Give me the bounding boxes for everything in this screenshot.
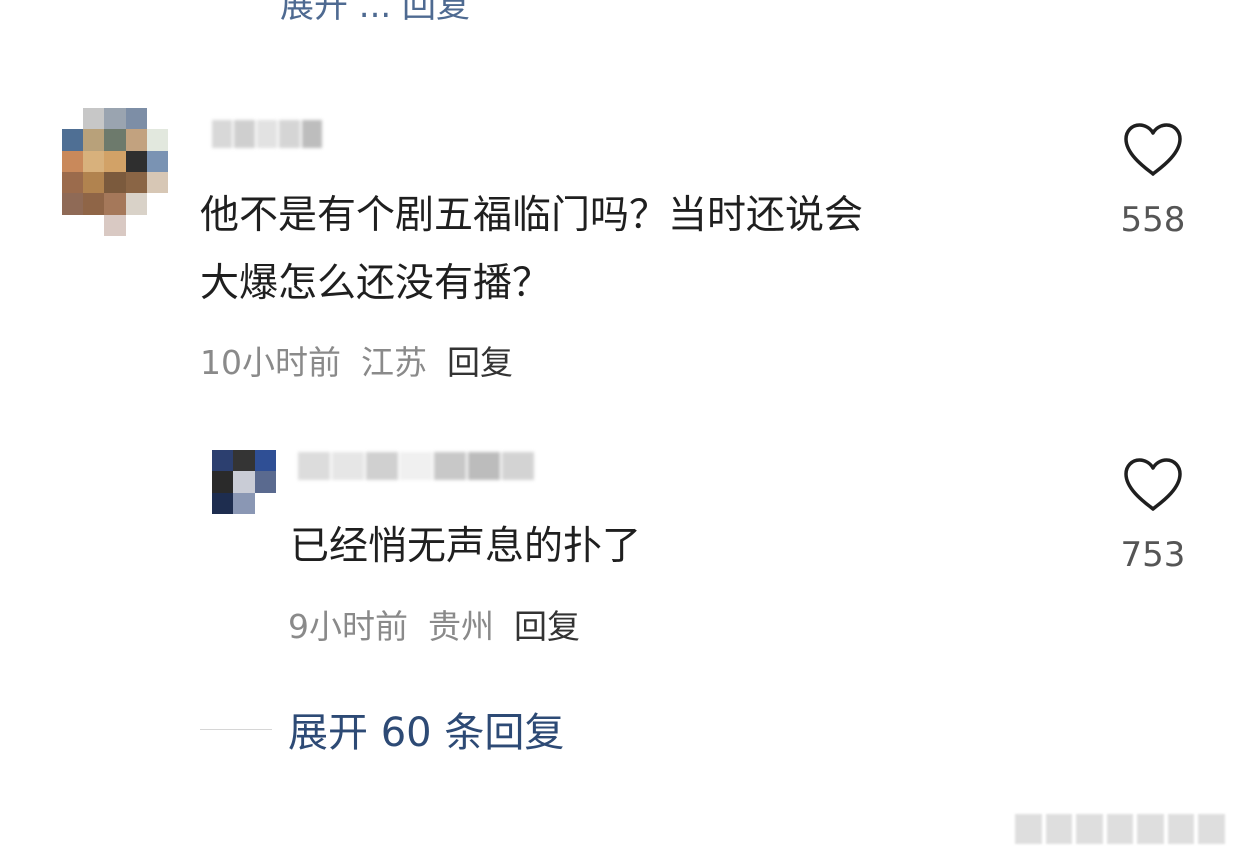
comment-time: 10小时前 [200,343,341,382]
avatar-mosaic-cell [83,172,105,194]
reply-time: 9小时前 [288,607,408,646]
comment-meta: 10小时前 江苏 回复 [200,336,513,384]
reply-button[interactable]: 回复 [514,600,580,648]
username-blur-block [502,452,534,480]
commenter-username-blurred[interactable] [212,120,323,148]
avatar-mosaic-cell [104,129,126,151]
avatar-mosaic-cell [254,471,276,493]
username-blur-block [332,452,364,480]
avatar-mosaic-cell [62,150,84,172]
username-blur-block [298,452,330,480]
like-count: 558 [1120,200,1186,240]
avatar-mosaic-cell [254,450,276,472]
reply-button[interactable]: 回复 [447,336,513,384]
commenter-avatar[interactable] [62,108,168,236]
heart-outline-icon [1124,458,1182,511]
reply-meta: 9小时前 贵州 回复 [288,600,580,648]
avatar-mosaic-cell [83,150,105,172]
avatar-mosaic-cell [62,108,84,130]
comment-location: 江苏 [361,343,427,382]
avatar-mosaic-cell [125,108,147,130]
avatar-mosaic-cell [146,150,168,172]
expand-replies-label: 展开 60 条回复 [288,710,565,756]
avatar-mosaic-cell [146,193,168,215]
avatar-mosaic-cell [125,150,147,172]
comment-text: 他不是有个剧五福临门吗？当时还说会 大爆怎么还没有播？ [200,193,864,306]
like-button[interactable]: 558 [1113,122,1193,240]
avatar-mosaic-cell [212,492,234,514]
avatar-mosaic-cell [83,193,105,215]
expand-replies-button[interactable]: 展开 60 条回复 [200,700,564,758]
avatar-mosaic-cell [62,193,84,215]
avatar-mosaic-cell [83,214,105,236]
like-count: 753 [1120,535,1186,575]
replier-avatar[interactable] [212,450,276,514]
divider-line [200,728,272,730]
username-blur-block [400,452,432,480]
avatar-mosaic-cell [83,129,105,151]
like-button[interactable]: 753 [1113,457,1193,575]
avatar-mosaic-cell [212,450,234,472]
avatar-mosaic-cell [146,172,168,194]
avatar-mosaic-cell [125,193,147,215]
username-blur-block [301,120,323,148]
username-blur-block [212,120,233,148]
username-blur-block [234,120,255,148]
avatar-mosaic-cell [104,214,126,236]
avatar-mosaic-cell [125,129,147,151]
username-blur-block [256,120,278,148]
avatar-mosaic-cell [104,108,126,130]
avatar-mosaic-cell [104,150,126,172]
cut-off-expand-replies: 展开 ... 回复 [280,0,471,26]
avatar-mosaic-cell [146,129,168,151]
avatar-mosaic-cell [62,214,84,236]
avatar-mosaic-cell [83,108,105,130]
avatar-mosaic-cell [254,492,276,514]
avatar-mosaic-cell [212,471,234,493]
heart-outline-icon [1124,123,1182,176]
watermark [1015,814,1226,844]
username-blur-block [434,452,466,480]
avatar-mosaic-cell [233,471,255,493]
username-blur-block [366,452,398,480]
avatar-mosaic-cell [125,172,147,194]
avatar-mosaic-cell [146,214,168,236]
avatar-mosaic-cell [104,193,126,215]
avatar-mosaic-cell [233,450,255,472]
reply-location: 贵州 [428,607,494,646]
avatar-mosaic-cell [146,108,168,130]
replier-username-blurred[interactable] [298,452,534,480]
username-blur-block [279,120,300,148]
avatar-mosaic-cell [62,172,84,194]
avatar-mosaic-cell [62,129,84,151]
avatar-mosaic-cell [125,214,147,236]
username-blur-block [468,452,500,480]
reply-text: 已经悄无声息的扑了 [290,524,642,569]
avatar-mosaic-cell [233,492,255,514]
avatar-mosaic-cell [104,172,126,194]
